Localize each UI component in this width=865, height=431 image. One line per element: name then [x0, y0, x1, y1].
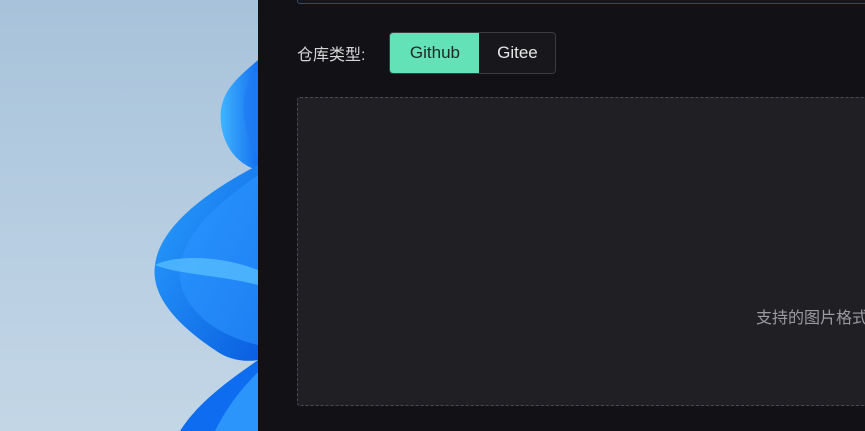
repo-type-selector: Github Gitee	[389, 32, 557, 74]
repo-option-github[interactable]: Github	[390, 33, 480, 73]
image-upload-dropzone[interactable]: 支持的图片格式	[297, 97, 865, 406]
repo-option-gitee[interactable]: Gitee	[479, 33, 556, 73]
settings-panel: 仓库类型: Github Gitee 支持的图片格式	[258, 0, 865, 431]
repo-type-label: 仓库类型:	[297, 47, 366, 64]
repo-type-row: 仓库类型: Github Gitee	[297, 32, 557, 74]
config-input-field[interactable]	[297, 0, 865, 4]
upload-format-hint: 支持的图片格式	[756, 310, 865, 327]
